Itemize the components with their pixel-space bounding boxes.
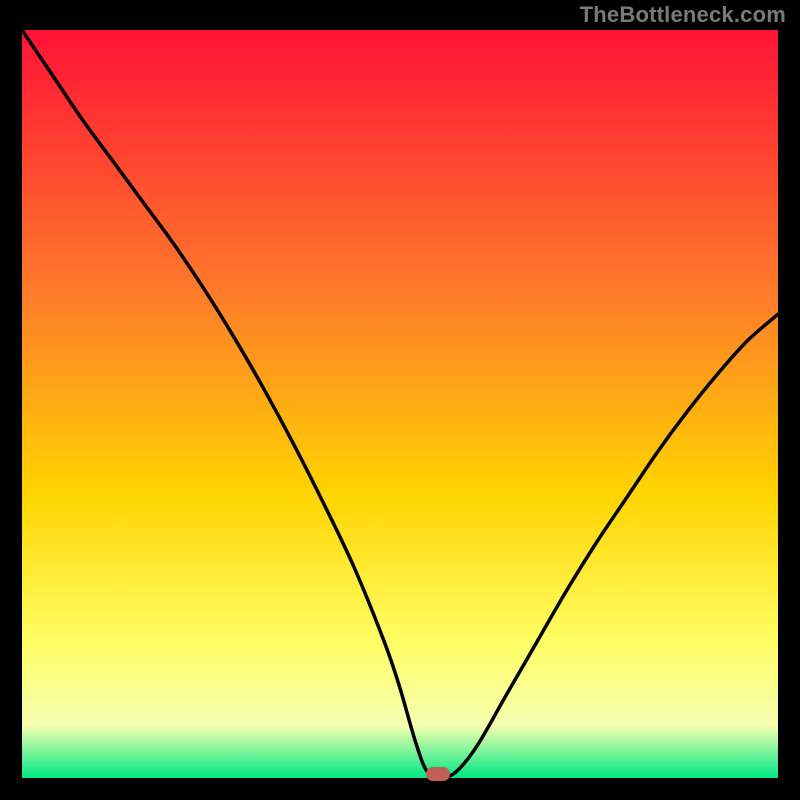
watermark-text: TheBottleneck.com bbox=[580, 2, 786, 28]
minimum-marker bbox=[426, 767, 450, 781]
plot-area bbox=[22, 30, 778, 778]
gradient-background bbox=[22, 30, 778, 778]
chart-frame: TheBottleneck.com bbox=[0, 0, 800, 800]
bottleneck-plot-svg bbox=[22, 30, 778, 778]
